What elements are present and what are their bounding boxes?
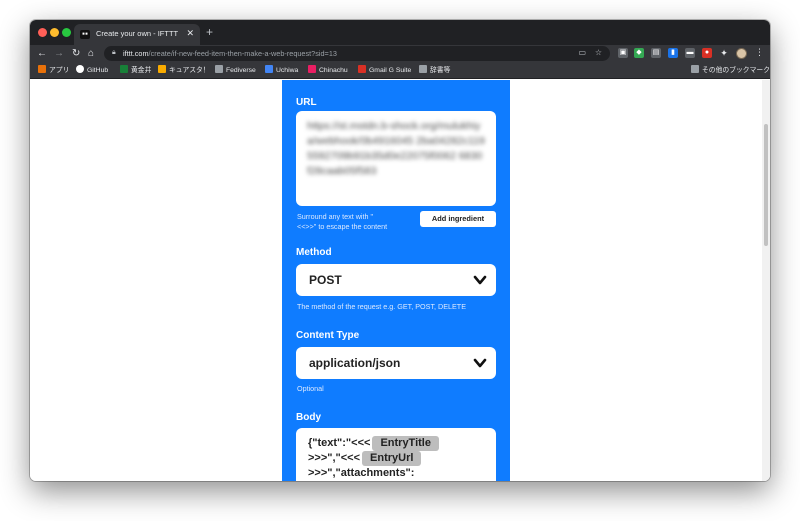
extension-icon[interactable]: ▬ [685, 48, 695, 58]
url-hint-line2: <<>>" to escape the content [297, 222, 388, 231]
ifttt-favicon-icon: ▪▪ [80, 30, 90, 39]
body-line: >>>","<<< EntryUrl [308, 451, 439, 466]
bookmark-icon [158, 65, 166, 73]
github-icon [76, 65, 84, 73]
page-viewport: URL https://st.mstdn.b-shock.org/mulukhi… [30, 80, 770, 481]
bookmark-label: Chinachu [319, 67, 348, 74]
apps-grid-icon [38, 65, 46, 73]
url-label: URL [296, 97, 317, 108]
tab-close-icon[interactable]: ✕ [186, 28, 194, 39]
add-ingredient-button[interactable]: Add ingredient [420, 211, 496, 227]
url-field[interactable]: https://st.mstdn.b-shock.org/mulukhiya/w… [296, 111, 496, 206]
content-type-hint: Optional [297, 384, 324, 393]
bookmark-item[interactable]: Uchiwa [265, 65, 298, 76]
other-bookmarks[interactable]: その他のブックマーク [691, 65, 770, 76]
bookmark-item[interactable]: 黄金井 [120, 65, 151, 76]
bookmarks-bar: アプリ GitHub 黄金井 キュアスタ！ Fediverse Uchiwa C… [30, 62, 770, 79]
action-fields-panel: URL https://st.mstdn.b-shock.org/mulukhi… [282, 80, 510, 481]
gmail-icon [358, 65, 366, 73]
menu-kebab-icon[interactable]: ⋮ [755, 47, 764, 58]
method-hint: The method of the request e.g. GET, POST… [297, 302, 466, 311]
bookmark-item[interactable]: GitHub [76, 65, 108, 76]
method-select[interactable]: POST [296, 264, 496, 296]
folder-icon [215, 65, 223, 73]
bookmark-item[interactable]: 辞書等 [419, 65, 450, 76]
extension-icon[interactable]: ▣ [618, 48, 628, 58]
extension-green-icon[interactable]: ◆ [634, 48, 644, 58]
ingredient-pill-entryurl[interactable]: EntryUrl [362, 451, 422, 466]
bookmark-item[interactable]: アプリ [38, 65, 69, 76]
address-host: ifttt.com [123, 49, 149, 58]
tab-title: Create your own - IFTTT [96, 29, 179, 38]
zoom-window-button[interactable] [62, 28, 71, 37]
home-icon[interactable]: ⌂ [88, 47, 94, 60]
bookmark-label: GitHub [87, 67, 109, 74]
url-value: https://st.mstdn.b-shock.org/mulukhiya/w… [307, 120, 485, 177]
browser-window: ▪▪ Create your own - IFTTT ✕ + ← → ↻ ⌂ 🔒… [30, 20, 770, 481]
other-bookmarks-label: その他のブックマーク [702, 67, 770, 74]
extension-red-icon[interactable]: ● [702, 48, 712, 58]
address-path: /create/if-new-feed-item-then-make-a-web… [148, 49, 337, 58]
method-label: Method [296, 247, 332, 258]
bookmark-green-icon [120, 65, 128, 73]
new-tab-button[interactable]: + [206, 25, 213, 39]
bookmark-item[interactable]: Gmail G Suite [358, 65, 411, 76]
forward-arrow-icon[interactable]: → [54, 47, 64, 60]
profile-avatar[interactable] [736, 48, 747, 59]
bookmark-label: 黄金井 [131, 67, 152, 74]
cast-icon[interactable]: ▭ [578, 48, 586, 57]
chevron-down-icon [473, 275, 487, 285]
content-type-label: Content Type [296, 330, 360, 341]
extension-icon[interactable]: ▤ [651, 48, 661, 58]
bookmark-star-icon[interactable]: ☆ [595, 48, 602, 57]
body-field[interactable]: {"text":"<<< EntryTitle >>>","<<< EntryUrl… [296, 428, 496, 481]
content-type-select[interactable]: application/json [296, 347, 496, 379]
reload-icon[interactable]: ↻ [72, 47, 80, 60]
close-window-button[interactable] [38, 28, 47, 37]
tab-active[interactable]: ▪▪ Create your own - IFTTT ✕ [74, 24, 200, 45]
content-type-value: application/json [309, 356, 401, 370]
body-line: {"text":"<<< EntryTitle [308, 436, 439, 451]
bookmark-label: Fediverse [226, 67, 256, 74]
url-hint-line1: Surround any text with " [297, 212, 374, 221]
bookmark-item[interactable]: Chinachu [308, 65, 348, 76]
bookmark-label: アプリ [49, 67, 70, 74]
address-url[interactable]: ifttt.com/create/if-new-feed-item-then-m… [123, 49, 337, 58]
body-code: {"text":"<<< EntryTitle >>>","<<< EntryUrl… [308, 436, 439, 481]
chinachu-icon [308, 65, 316, 73]
chevron-down-icon [473, 358, 487, 368]
tab-strip: ▪▪ Create your own - IFTTT ✕ + [30, 20, 770, 45]
extension-blue-icon[interactable]: ▮ [668, 48, 678, 58]
folder-icon [691, 65, 699, 73]
lock-icon: 🔒︎ [112, 49, 116, 56]
puzzle-extensions-icon[interactable]: ✦ [719, 48, 729, 58]
browser-toolbar: ← → ↻ ⌂ 🔒︎ ifttt.com/create/if-new-feed-… [30, 45, 770, 62]
bookmark-label: キュアスタ！ [169, 67, 210, 74]
ingredient-pill-entrytitle[interactable]: EntryTitle [372, 436, 439, 451]
back-arrow-icon[interactable]: ← [37, 47, 47, 60]
body-line: >>>","attachments": [308, 467, 415, 479]
minimize-window-button[interactable] [50, 28, 59, 37]
body-text: >>>","<<< [308, 452, 361, 464]
bookmark-item[interactable]: Fediverse [215, 65, 256, 76]
scrollbar-thumb[interactable] [764, 124, 768, 246]
bookmark-label: 辞書等 [430, 67, 451, 74]
bookmark-item[interactable]: キュアスタ！ [158, 65, 210, 76]
body-text: {"text":"<<< [308, 437, 371, 449]
body-label: Body [296, 412, 321, 423]
method-value: POST [309, 273, 342, 287]
bookmark-label: Gmail G Suite [369, 67, 412, 74]
uchiwa-icon [265, 65, 273, 73]
bookmark-label: Uchiwa [276, 67, 299, 74]
folder-icon [419, 65, 427, 73]
desktop: ▪▪ Create your own - IFTTT ✕ + ← → ↻ ⌂ 🔒… [0, 0, 800, 521]
url-hint: Surround any text with " <<>>" to escape… [297, 212, 387, 232]
address-bar[interactable]: 🔒︎ ifttt.com/create/if-new-feed-item-the… [104, 46, 610, 61]
page-scrollbar[interactable] [762, 80, 770, 481]
